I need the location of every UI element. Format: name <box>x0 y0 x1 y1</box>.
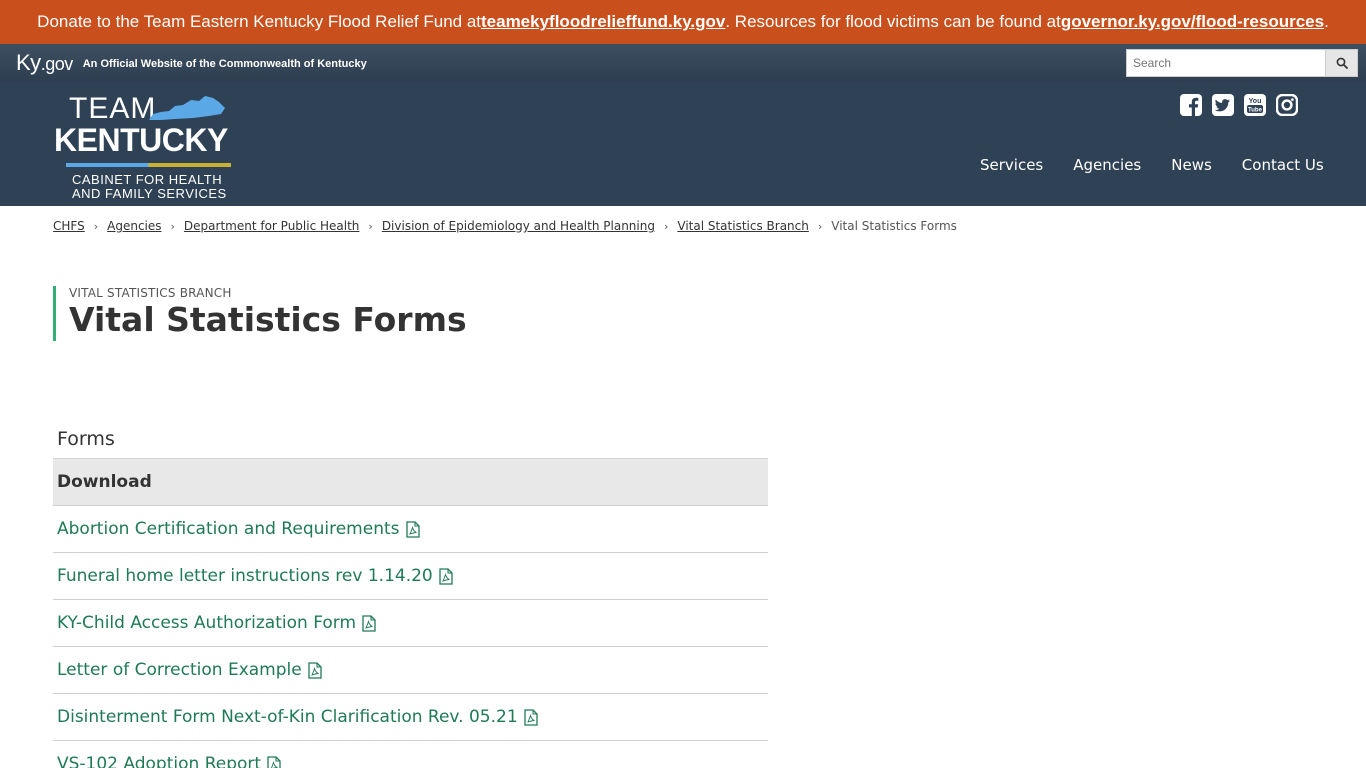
download-column-header: Download <box>53 458 768 506</box>
table-cell: VS-102 Adoption Report <box>53 740 768 768</box>
kygov-logo-gov: .gov <box>40 54 74 74</box>
forms-caption: Forms <box>57 428 115 450</box>
official-website-tagline: An Official Website of the Commonwealth … <box>82 58 367 70</box>
site-search <box>1126 49 1358 77</box>
form-link-label: VS-102 Adoption Report <box>57 754 262 768</box>
flood-relief-alert-bar: Donate to the Team Eastern Kentucky Floo… <box>0 0 1366 44</box>
pdf-file-icon <box>524 708 538 726</box>
search-button[interactable] <box>1326 49 1358 77</box>
page-title: Vital Statistics Forms <box>69 300 467 339</box>
logo-sub-line-1: CABINET FOR HEALTH <box>72 172 223 187</box>
nav-contact-us[interactable]: Contact Us <box>1227 156 1339 174</box>
pdf-file-icon <box>362 614 376 632</box>
search-input[interactable] <box>1126 49 1326 77</box>
logo-kentucky-text: KENTUCKY <box>54 122 228 158</box>
alert-text-3: . <box>1324 12 1329 31</box>
social-links: You Tube <box>1180 94 1298 116</box>
page-eyebrow: Vital Statistics Branch <box>69 286 232 300</box>
table-header-row: Download <box>53 458 768 506</box>
form-link-label: Disinterment Form Next-of-Kin Clarificat… <box>57 707 518 727</box>
table-cell: Letter of Correction Example <box>53 646 768 694</box>
chevron-right-icon: › <box>93 219 99 233</box>
breadcrumb-agencies[interactable]: Agencies <box>107 219 161 233</box>
breadcrumb-epidemiology[interactable]: Division of Epidemiology and Health Plan… <box>382 219 655 233</box>
table-row: Abortion Certification and Requirements <box>53 505 768 553</box>
pdf-file-icon <box>267 755 281 768</box>
alert-text-1: Donate to the Team Eastern Kentucky Floo… <box>37 12 481 31</box>
flood-relief-fund-link[interactable]: teamekyfloodrelieffund.ky.gov <box>481 12 725 32</box>
svg-text:You: You <box>1249 98 1262 105</box>
breadcrumb-vital-statistics-branch[interactable]: Vital Statistics Branch <box>677 219 808 233</box>
form-link[interactable]: VS-102 Adoption Report <box>57 754 281 768</box>
breadcrumb-current: Vital Statistics Forms <box>831 219 957 233</box>
team-kentucky-chfs-logo[interactable]: TEAM KENTUCKY CABINET FOR HEALTH AND FAM… <box>54 92 244 201</box>
table-row: Disinterment Form Next-of-Kin Clarificat… <box>53 693 768 741</box>
form-link-label: KY-Child Access Authorization Form <box>57 613 357 633</box>
svg-text:Tube: Tube <box>1248 108 1263 114</box>
pdf-file-icon <box>308 661 322 679</box>
form-link[interactable]: KY-Child Access Authorization Form <box>57 613 376 633</box>
table-row: Letter of Correction Example <box>53 646 768 694</box>
search-icon <box>1336 57 1348 69</box>
kygov-logo[interactable]: Ky.gov <box>16 50 73 76</box>
form-link[interactable]: Funeral home letter instructions rev 1.1… <box>57 566 453 586</box>
table-cell: Abortion Certification and Requirements <box>53 505 768 553</box>
form-link-label: Funeral home letter instructions rev 1.1… <box>57 566 433 586</box>
logo-stripe <box>66 163 231 167</box>
table-cell: Funeral home letter instructions rev 1.1… <box>53 552 768 600</box>
nav-agencies[interactable]: Agencies <box>1058 156 1156 174</box>
pdf-file-icon <box>405 520 420 538</box>
page-title-block: Vital Statistics Branch Vital Statistics… <box>53 286 467 341</box>
site-header: TEAM KENTUCKY CABINET FOR HEALTH AND FAM… <box>0 82 1366 206</box>
twitter-icon[interactable] <box>1212 94 1234 116</box>
chevron-right-icon: › <box>817 219 823 233</box>
forms-table: Download Abortion Certification and Requ… <box>53 458 768 768</box>
instagram-icon[interactable] <box>1276 94 1298 116</box>
logo-sub-line-2: AND FAMILY SERVICES <box>72 186 227 201</box>
nav-news[interactable]: News <box>1156 156 1227 174</box>
table-row: VS-102 Adoption Report <box>53 740 768 768</box>
form-link[interactable]: Letter of Correction Example <box>57 660 322 680</box>
chevron-right-icon: › <box>663 219 669 233</box>
alert-text-2: . Resources for flood victims can be fou… <box>725 12 1061 31</box>
table-row: Funeral home letter instructions rev 1.1… <box>53 552 768 600</box>
table-cell: Disinterment Form Next-of-Kin Clarificat… <box>53 693 768 741</box>
table-row: KY-Child Access Authorization Form <box>53 599 768 647</box>
form-link-label: Abortion Certification and Requirements <box>57 519 400 539</box>
form-link[interactable]: Abortion Certification and Requirements <box>57 519 420 539</box>
pdf-file-icon <box>439 567 453 585</box>
nav-services[interactable]: Services <box>965 156 1058 174</box>
breadcrumb: CHFS › Agencies › Department for Public … <box>53 219 957 233</box>
youtube-icon[interactable]: You Tube <box>1244 94 1266 116</box>
main-navigation: Services Agencies News Contact Us <box>965 156 1339 174</box>
kygov-logo-ky: Ky <box>16 50 41 75</box>
flood-resources-link[interactable]: governor.ky.gov/flood-resources <box>1061 12 1324 32</box>
kentucky-state-icon <box>149 96 225 120</box>
breadcrumb-chfs[interactable]: CHFS <box>53 219 85 233</box>
chevron-right-icon: › <box>368 219 373 233</box>
chevron-right-icon: › <box>170 219 175 233</box>
kygov-bar: Ky.gov An Official Website of the Common… <box>0 44 1366 82</box>
table-cell: KY-Child Access Authorization Form <box>53 599 768 647</box>
form-link-label: Letter of Correction Example <box>57 660 302 680</box>
logo-team-text: TEAM <box>69 92 157 125</box>
breadcrumb-public-health[interactable]: Department for Public Health <box>184 219 359 233</box>
form-link[interactable]: Disinterment Form Next-of-Kin Clarificat… <box>57 707 538 727</box>
facebook-icon[interactable] <box>1180 94 1202 116</box>
